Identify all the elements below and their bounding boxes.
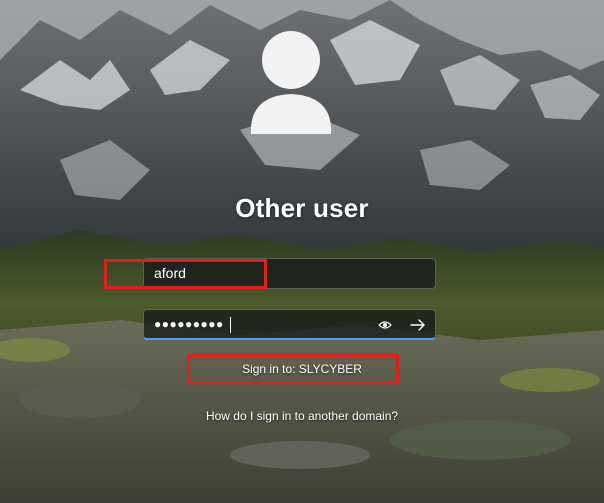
username-field[interactable]: aford [143, 258, 436, 289]
text-caret [230, 317, 231, 333]
password-mask: ●●●●●●●●● [154, 317, 224, 331]
page-title: Other user [235, 193, 369, 223]
other-domain-link[interactable]: How do I sign in to another domain? [0, 409, 604, 423]
user-avatar-icon [250, 31, 332, 134]
password-field[interactable]: ●●●●●●●●● [143, 309, 436, 340]
username-value: aford [154, 265, 186, 281]
eye-icon[interactable] [378, 318, 392, 332]
sign-in-domain-label: Sign in to: SLYCYBER [242, 362, 362, 376]
windows-lock-screen: Other user aford ●●●●●●●●● Sign in to: S… [0, 0, 604, 503]
arrow-right-icon[interactable] [407, 315, 429, 335]
